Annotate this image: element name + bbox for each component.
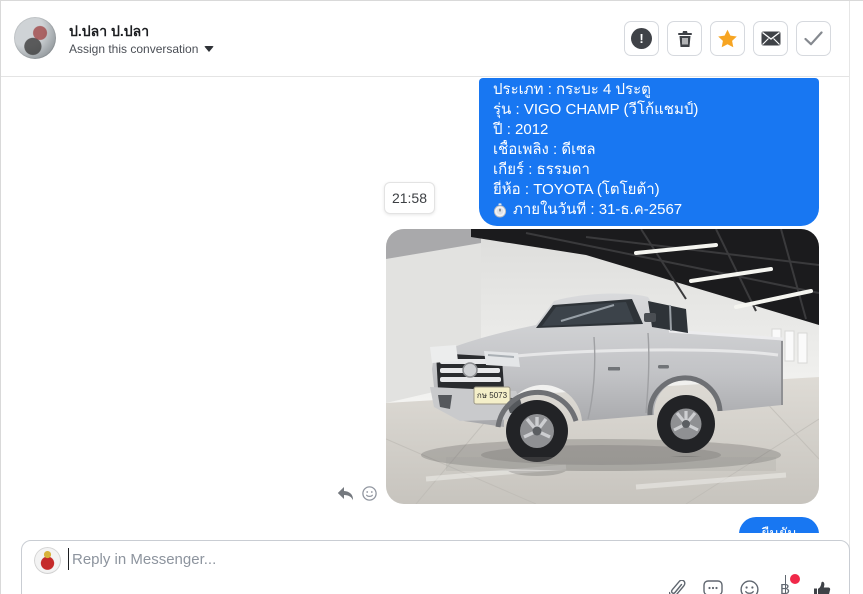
contact-name: ป.ปลา ป.ปลา xyxy=(69,23,150,39)
quick-reply-button[interactable]: ยืนยัน xyxy=(739,517,819,533)
message-line: เกียร์ : ธรรมดา xyxy=(493,161,590,178)
star-button[interactable] xyxy=(710,21,745,56)
message-line: ยี่ห้อ : TOYOTA (โตโยต้า) xyxy=(493,181,660,198)
car-photo-illustration: กษ 5073 xyxy=(386,229,819,504)
deadline-line: ภายในวันที่ : 31-ธ.ค-2567 xyxy=(493,200,805,220)
text-caret xyxy=(68,548,69,570)
envelope-icon xyxy=(761,31,780,46)
like-icon[interactable] xyxy=(811,578,831,594)
check-icon xyxy=(804,31,823,46)
mark-done-button[interactable] xyxy=(796,21,831,56)
timestamp-chip: 21:58 xyxy=(384,182,435,214)
stopwatch-icon xyxy=(493,202,507,217)
attachment-photo[interactable]: กษ 5073 xyxy=(386,229,819,504)
reply-icon[interactable] xyxy=(337,486,354,501)
message-hover-actions xyxy=(337,486,377,501)
conversation-window: ป.ปลา ป.ปลา Assign this conversation ! ป… xyxy=(0,0,863,594)
page-avatar xyxy=(34,547,61,574)
star-icon xyxy=(718,29,737,47)
paperclip-icon[interactable] xyxy=(667,578,687,594)
composer: B xyxy=(21,540,850,594)
trash-icon xyxy=(677,31,692,47)
message-line: รุ่น : VIGO CHAMP (วีโก้แชมป์) xyxy=(493,101,699,118)
panel-right-border xyxy=(849,1,850,594)
message-line: ประเภท : กระบะ 4 ประตู xyxy=(493,81,651,98)
assign-conversation-button[interactable]: Assign this conversation xyxy=(69,42,215,56)
mark-unread-button[interactable] xyxy=(753,21,788,56)
deadline-text: ภายในวันที่ : 31-ธ.ค-2567 xyxy=(513,201,683,218)
assign-conversation-label: Assign this conversation xyxy=(69,42,199,56)
baht-payment-icon[interactable]: B xyxy=(775,574,800,594)
message-bubble: ประเภท : กระบะ 4 ประตู รุ่น : VIGO CHAMP… xyxy=(479,78,819,226)
message-line: ปี : 2012 xyxy=(493,121,549,138)
saved-replies-icon[interactable] xyxy=(703,578,723,594)
emoji-picker-icon[interactable] xyxy=(739,578,759,594)
reply-input[interactable] xyxy=(72,547,492,571)
chevron-down-icon xyxy=(204,46,215,52)
composer-icons: B xyxy=(667,574,831,594)
header-actions: ! xyxy=(624,21,831,56)
license-plate: กษ 5073 xyxy=(477,391,508,400)
exclamation-circle-icon: ! xyxy=(631,28,652,49)
chat-header: ป.ปลา ป.ปลา Assign this conversation ! xyxy=(1,1,849,77)
delete-button[interactable] xyxy=(667,21,702,56)
report-button[interactable]: ! xyxy=(624,21,659,56)
emoji-icon[interactable] xyxy=(362,486,377,501)
message-list: ประเภท : กระบะ 4 ประตู รุ่น : VIGO CHAMP… xyxy=(1,77,849,533)
message-line: เชื้อเพลิง : ดีเซล xyxy=(493,141,596,158)
contact-avatar[interactable] xyxy=(14,17,56,59)
notification-dot xyxy=(790,574,800,584)
